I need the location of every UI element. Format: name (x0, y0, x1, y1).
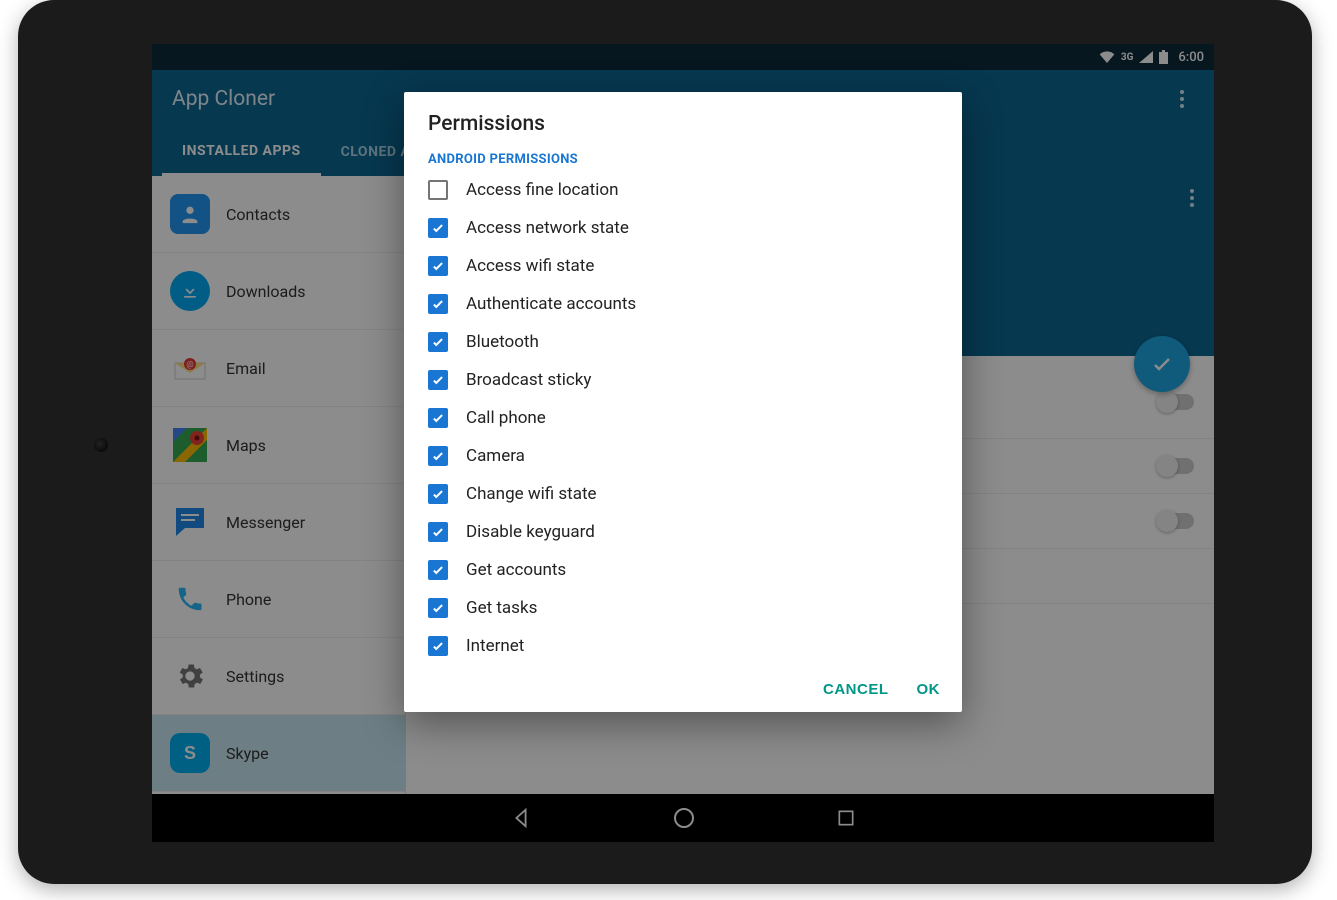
permission-row[interactable]: Change wifi state (428, 475, 938, 513)
cancel-button[interactable]: CANCEL (823, 681, 889, 698)
checkbox[interactable] (428, 522, 448, 542)
checkbox[interactable] (428, 408, 448, 428)
permission-label: Bluetooth (466, 332, 539, 352)
checkbox[interactable] (428, 218, 448, 238)
permission-row[interactable]: Get tasks (428, 589, 938, 627)
permission-label: Authenticate accounts (466, 294, 636, 314)
permission-row[interactable]: Broadcast sticky (428, 361, 938, 399)
permission-row[interactable]: Access network state (428, 209, 938, 247)
checkbox[interactable] (428, 180, 448, 200)
dialog-section-header: ANDROID PERMISSIONS (404, 146, 962, 169)
permission-label: Disable keyguard (466, 522, 595, 542)
permission-row[interactable]: Access fine location (428, 171, 938, 209)
permission-row[interactable]: Bluetooth (428, 323, 938, 361)
ok-button[interactable]: OK (917, 681, 941, 698)
screen: 3G 6:00 App Cloner INSTALLED APPS CLONED… (152, 44, 1214, 842)
permission-label: Change wifi state (466, 484, 597, 504)
permission-label: Get tasks (466, 598, 537, 618)
permission-label: Broadcast sticky (466, 370, 591, 390)
dialog-actions: CANCEL OK (404, 669, 962, 712)
permission-row[interactable]: Get accounts (428, 551, 938, 589)
permission-label: Access wifi state (466, 256, 594, 276)
checkbox[interactable] (428, 294, 448, 314)
permission-label: Internet (466, 636, 524, 656)
permission-row[interactable]: Camera (428, 437, 938, 475)
permission-row[interactable]: Authenticate accounts (428, 285, 938, 323)
permission-label: Camera (466, 446, 525, 466)
checkbox[interactable] (428, 370, 448, 390)
permissions-dialog: Permissions ANDROID PERMISSIONS Access f… (404, 92, 962, 712)
permission-row[interactable]: Call phone (428, 399, 938, 437)
permission-row[interactable]: Access wifi state (428, 247, 938, 285)
permission-label: Call phone (466, 408, 546, 428)
dialog-title: Permissions (404, 92, 962, 146)
permission-label: Get accounts (466, 560, 566, 580)
checkbox[interactable] (428, 484, 448, 504)
permission-label: Access network state (466, 218, 629, 238)
permission-row[interactable]: Internet (428, 627, 938, 665)
tablet-camera (94, 438, 108, 452)
permission-label: Access fine location (466, 180, 618, 200)
checkbox[interactable] (428, 446, 448, 466)
permission-list[interactable]: Access fine location Access network state… (404, 169, 962, 669)
checkbox[interactable] (428, 332, 448, 352)
checkbox[interactable] (428, 636, 448, 656)
tablet-frame: 3G 6:00 App Cloner INSTALLED APPS CLONED… (18, 0, 1312, 884)
checkbox[interactable] (428, 560, 448, 580)
checkbox[interactable] (428, 598, 448, 618)
checkbox[interactable] (428, 256, 448, 276)
permission-row[interactable]: Disable keyguard (428, 513, 938, 551)
